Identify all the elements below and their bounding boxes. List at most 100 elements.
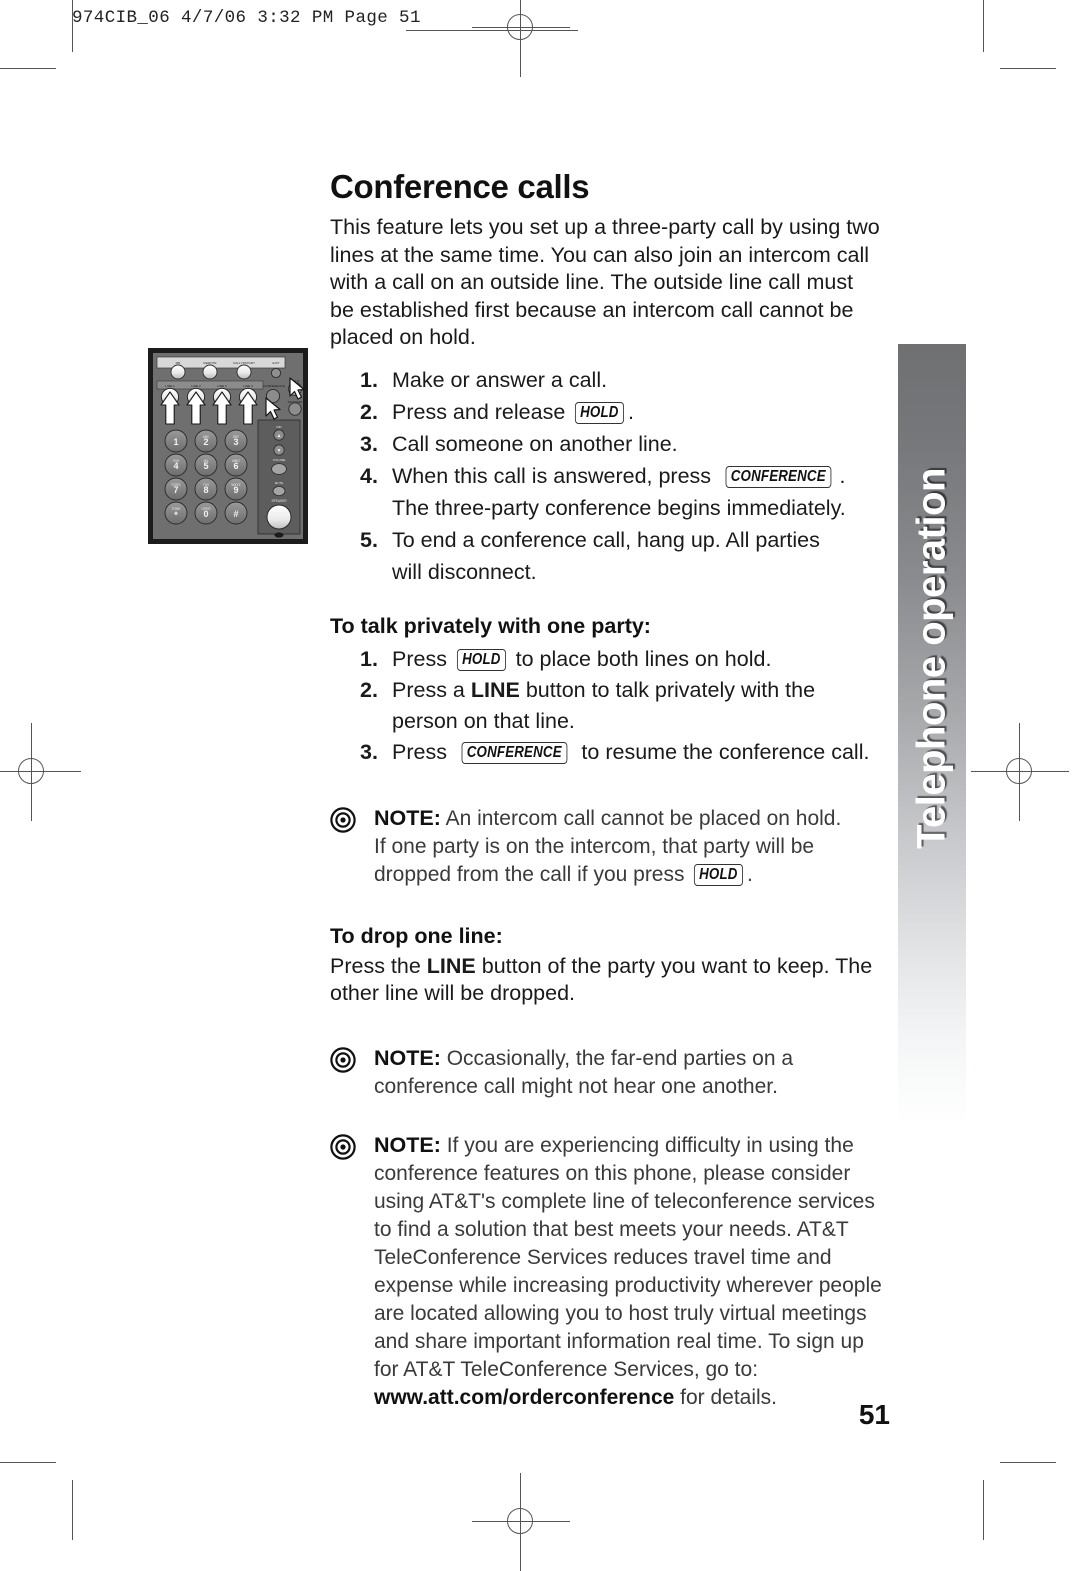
list-item: 1. Press HOLD to place both lines on hol… xyxy=(330,644,882,675)
step-text: Press xyxy=(392,740,453,764)
step-continuation: The three-party conference begins immedi… xyxy=(392,495,846,520)
note-target-icon xyxy=(330,807,356,833)
step-number: 3. xyxy=(360,740,378,764)
hold-key-label: HOLD xyxy=(456,649,506,671)
note-far-end-parties: NOTE: Occasionally, the far-end parties … xyxy=(330,1044,882,1101)
note-url-suffix: for details. xyxy=(674,1385,778,1409)
registration-mark-top xyxy=(472,0,570,77)
step-number: 2. xyxy=(360,678,378,702)
crop-mark-top-right-horizontal xyxy=(1000,68,1056,70)
step-text-tail: to place both lines on hold. xyxy=(509,647,772,671)
line-button-emphasis: LINE xyxy=(426,953,476,978)
step-text: Press a xyxy=(392,678,471,702)
step-text: To end a conference call, hang up. All p… xyxy=(392,527,820,552)
page-title: Conference calls xyxy=(330,168,590,205)
registration-mark-bottom xyxy=(472,1473,570,1571)
note-text: If you are experiencing difficulty in us… xyxy=(374,1133,882,1381)
crop-mark-top-right-vertical xyxy=(983,0,985,52)
list-item: 1. Make or answer a call. xyxy=(330,364,882,396)
page-number: 51 xyxy=(858,1399,890,1430)
crop-mark-bottom-left-horizontal xyxy=(0,1462,56,1464)
list-item: 2. Press and release HOLD. xyxy=(330,396,882,428)
step-number: 1. xyxy=(360,647,378,671)
svg-text:REMOTE: REMOTE xyxy=(203,361,216,365)
svg-text:1: 1 xyxy=(173,437,178,447)
svg-text:EXIT: EXIT xyxy=(273,361,280,365)
note-url-line: www.att.com/orderconference for details. xyxy=(374,1384,882,1412)
step-number: 1. xyxy=(360,367,378,392)
hold-key-label: HOLD xyxy=(575,401,625,424)
crop-mark-top-left-horizontal xyxy=(0,68,56,70)
conference-key-label: CONFERENCE xyxy=(461,742,567,764)
crop-mark-top-left-vertical xyxy=(72,0,74,52)
svg-text:DIR: DIR xyxy=(276,425,282,429)
step-text-tail: . xyxy=(839,463,846,488)
drop-text-pre: Press the xyxy=(330,953,427,978)
crop-mark-bottom-right-horizontal xyxy=(1000,1462,1056,1464)
list-item: 3. Call someone on another line. xyxy=(330,428,882,460)
step-continuation: person on that line. xyxy=(392,709,575,733)
slug-rule xyxy=(406,30,578,32)
svg-text:8: 8 xyxy=(203,485,208,495)
svg-text:2: 2 xyxy=(203,437,208,447)
note-text-line2: If one party is on the intercom, that pa… xyxy=(374,835,815,858)
registration-mark-right xyxy=(971,723,1069,821)
note-text-line3-pre: dropped from the call if you press xyxy=(374,863,691,886)
teleconference-url[interactable]: www.att.com/orderconference xyxy=(374,1386,674,1409)
svg-text:MB: MB xyxy=(176,361,181,365)
step-text: Call someone on another line. xyxy=(392,431,678,456)
svg-text:LINE 1: LINE 1 xyxy=(165,384,175,388)
step-text: When this call is answered, press xyxy=(392,463,718,488)
private-steps-list: 1. Press HOLD to place both lines on hol… xyxy=(330,644,882,768)
note-target-icon xyxy=(330,1133,356,1160)
list-item: 4. When this call is answered, press CON… xyxy=(330,460,882,524)
svg-text:VOLUME: VOLUME xyxy=(273,458,286,462)
svg-text:LINE 2: LINE 2 xyxy=(191,384,201,388)
svg-text:LINE 4: LINE 4 xyxy=(243,384,253,388)
step-text: Make or answer a call. xyxy=(392,367,608,392)
step-text-tail: to resume the conference call. xyxy=(575,740,870,764)
note-label: NOTE: xyxy=(374,1132,441,1157)
step-number: 2. xyxy=(360,399,378,424)
conference-key-label: CONFERENCE xyxy=(725,465,831,488)
step-text: Press xyxy=(392,647,453,671)
svg-text:7: 7 xyxy=(173,485,178,495)
svg-text:SPEAKER: SPEAKER xyxy=(271,499,287,503)
svg-text:LINE 3: LINE 3 xyxy=(217,384,227,388)
svg-text:#: # xyxy=(233,509,238,519)
intro-paragraph: This feature lets you set up a three-par… xyxy=(330,215,880,349)
svg-text:CONFERENCE: CONFERENCE xyxy=(263,384,285,388)
line-button-emphasis: LINE xyxy=(470,678,520,702)
svg-text:5: 5 xyxy=(203,461,208,471)
note-label: NOTE: xyxy=(374,1045,441,1070)
article-content: Conference calls This feature lets you s… xyxy=(330,168,882,1412)
crop-mark-bottom-left-vertical xyxy=(72,1480,74,1540)
svg-text:MUTE: MUTE xyxy=(275,481,284,485)
section-heading-drop-line: To drop one line: xyxy=(330,924,503,948)
registration-mark-left xyxy=(0,723,81,821)
note-text-line3-post: . xyxy=(747,863,753,886)
list-item: 5. To end a conference call, hang up. Al… xyxy=(330,524,882,588)
svg-text:CALL HISTORY: CALL HISTORY xyxy=(233,361,255,365)
conference-steps-list: 1. Make or answer a call. 2. Press and r… xyxy=(330,364,882,588)
step-text-tail: button to talk privately with the xyxy=(519,678,816,702)
list-item: 3. Press CONFERENCE to resume the confer… xyxy=(330,737,882,768)
section-heading-talk-privately: To talk privately with one party: xyxy=(330,613,651,638)
step-continuation: will disconnect. xyxy=(392,559,537,584)
list-item: 2. Press a LINE button to talk privately… xyxy=(330,675,882,737)
svg-text:9: 9 xyxy=(233,485,238,495)
print-slug: 974CIB_06 4/7/06 3:32 PM Page 51 xyxy=(72,8,421,28)
step-text: Press and release xyxy=(392,399,572,424)
drop-line-paragraph: Press the LINE button of the party you w… xyxy=(330,953,882,1008)
note-text-line3: dropped from the call if you press HOLD. xyxy=(374,861,882,889)
svg-text:3: 3 xyxy=(233,437,238,447)
note-teleconference-services: NOTE: If you are experiencing difficulty… xyxy=(330,1131,882,1412)
svg-text:▼: ▼ xyxy=(277,448,282,454)
hold-key-label: HOLD xyxy=(694,864,744,886)
side-tab-telephone-operation: Telephone operation xyxy=(898,344,966,1124)
note-intercom-hold: NOTE: An intercom call cannot be placed … xyxy=(330,804,882,889)
note-label: NOTE: xyxy=(374,806,441,830)
step-text-tail: . xyxy=(627,399,634,424)
note-target-icon xyxy=(330,1046,356,1073)
svg-text:6: 6 xyxy=(233,461,238,471)
